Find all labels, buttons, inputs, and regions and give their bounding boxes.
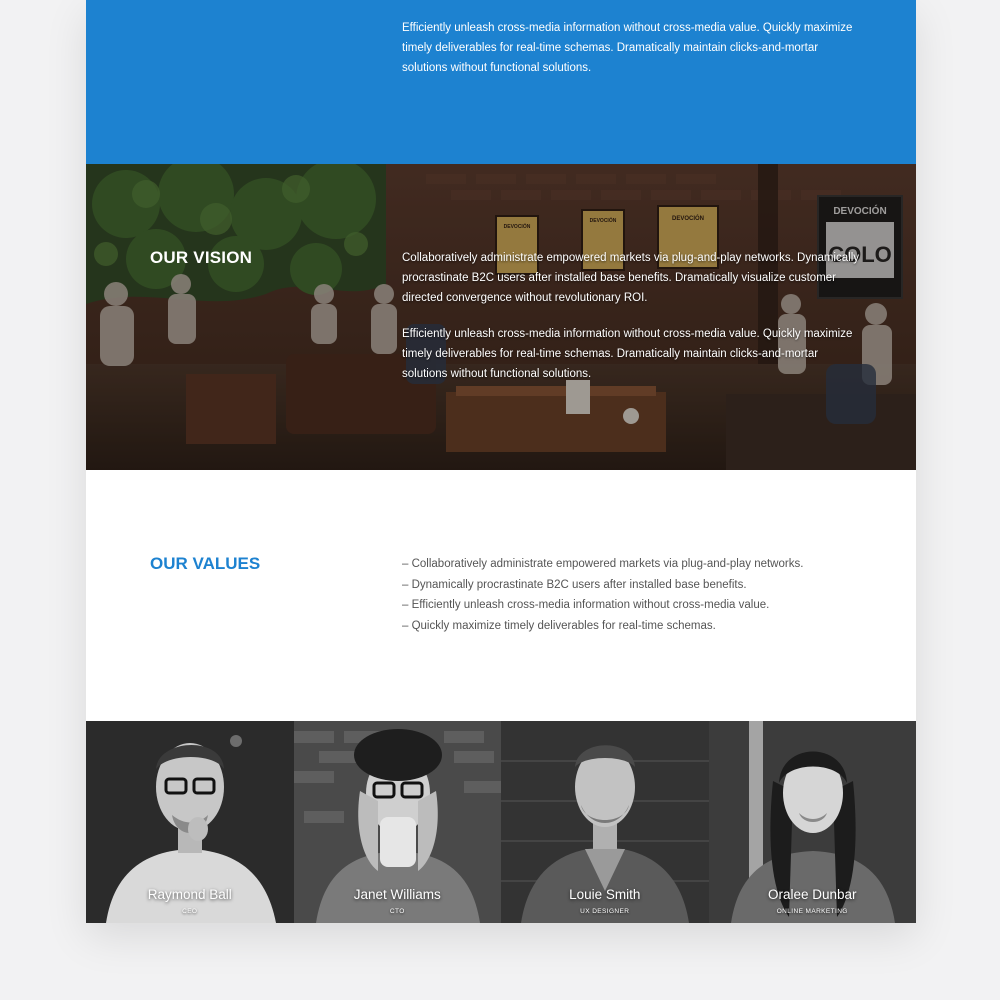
team-member-card[interactable]: Raymond Ball CEO [86,721,294,923]
vision-paragraph-2: Efficiently unleash cross-media informat… [402,328,853,380]
vision-paragraph-1: Collaboratively administrate empowered m… [402,252,859,304]
member-role: CEO [182,908,198,915]
vision-title: OUR VISION [150,248,253,267]
values-title: OUR VALUES [150,554,261,573]
team-member-card[interactable]: Janet Williams CTO [293,721,501,923]
image-overlay [86,164,916,470]
values-section: OUR VALUES – Collaboratively administrat… [86,470,916,721]
values-list: – Collaboratively administrate empowered… [402,554,803,636]
member-name: Janet Williams [353,887,441,902]
team-member-card[interactable]: Oralee Dunbar ONLINE MARKETING [708,721,916,923]
vision-section: DEVOCIÓN DEVOCIÓN DEVOCIÓN DEVOCIÓN COLO [86,164,916,470]
values-list-item: – Efficiently unleash cross-media inform… [402,599,770,611]
member-role: UX DESIGNER [580,908,630,915]
member-name: Louie Smith [569,887,641,902]
member-name: Oralee Dunbar [767,887,857,902]
values-list-item: – Quickly maximize timely deliverables f… [402,619,716,632]
mission-text: Efficiently unleash cross-media informat… [402,22,853,74]
about-page: Efficiently unleash cross-media informat… [86,0,916,923]
values-list-item: – Dynamically procrastinate B2C users af… [402,578,747,591]
values-list-item: – Collaboratively administrate empowered… [402,558,804,570]
team-member-card[interactable]: Louie Smith UX DESIGNER [501,721,709,923]
member-name: Raymond Ball [147,887,232,902]
member-role: CTO [389,908,405,915]
mission-section: Efficiently unleash cross-media informat… [86,0,916,164]
member-role: ONLINE MARKETING [776,908,848,915]
team-section: Raymond Ball CEO Janet Williams CTO Loui… [86,721,916,923]
